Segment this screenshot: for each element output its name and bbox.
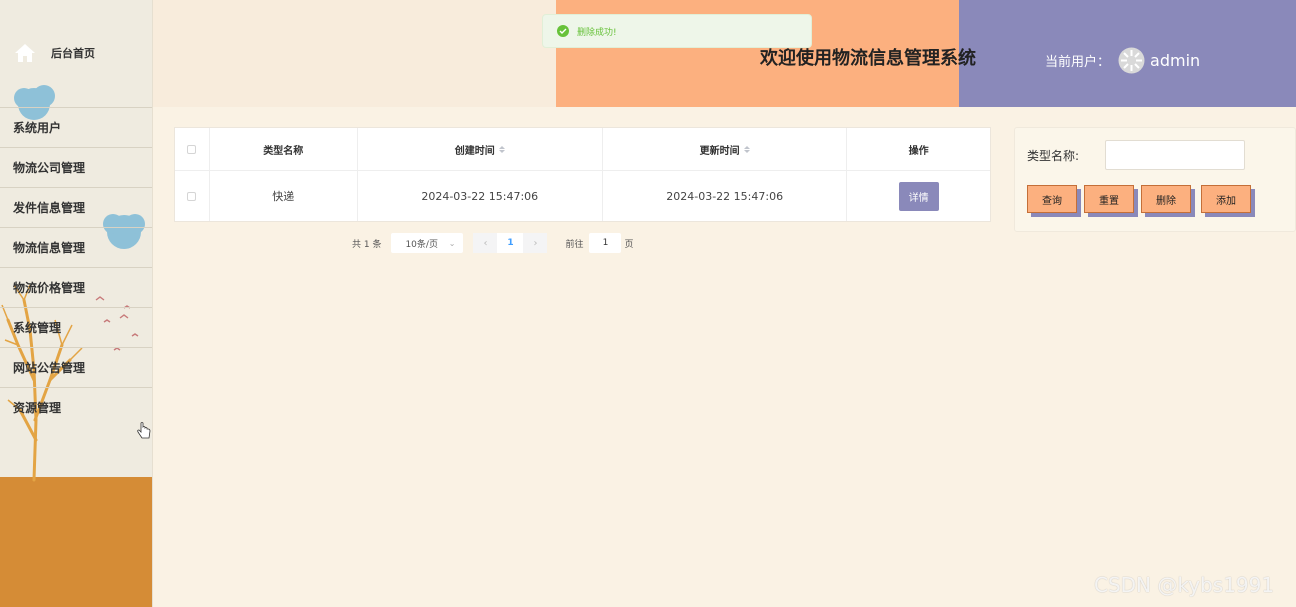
- search-panel: 类型名称: 查询 重置 删除 添加: [1014, 127, 1296, 232]
- table-row: 快递 2024-03-22 15:47:06 2024-03-22 15:47:…: [175, 171, 990, 221]
- sort-icon[interactable]: [743, 145, 750, 153]
- avatar-icon[interactable]: [1118, 47, 1145, 74]
- prev-page-button[interactable]: ‹: [473, 233, 498, 253]
- cell-created: 2024-03-22 15:47:06: [358, 171, 603, 221]
- column-header-updated[interactable]: 更新时间: [603, 128, 848, 170]
- pagination: 共 1 条 10条/页 ⌄ ‹ 1 › 前往 1 页: [352, 233, 633, 253]
- sidebar-menu: 系统用户 物流公司管理 发件信息管理 物流信息管理 物流价格管理 系统管理 网站…: [0, 107, 152, 427]
- goto-suffix: 页: [624, 239, 634, 250]
- column-header-updated-label: 更新时间: [699, 145, 740, 157]
- sidebar-home-label: 后台首页: [51, 47, 95, 60]
- sidebar: 后台首页 系统用户 物流公司管理 发件信息管理 物流信息管理 物流价格管理 系统…: [0, 0, 153, 607]
- sidebar-item-system-users[interactable]: 系统用户: [0, 107, 152, 147]
- data-table: 类型名称 创建时间 更新时间 操作 快递 2024-03-22 15:47:06…: [174, 127, 991, 222]
- select-all-cell: [175, 128, 210, 170]
- sidebar-item-announcements[interactable]: 网站公告管理: [0, 347, 152, 387]
- page-size-select[interactable]: 10条/页 ⌄: [391, 233, 464, 253]
- row-checkbox[interactable]: [187, 191, 197, 201]
- column-header-created[interactable]: 创建时间: [358, 128, 603, 170]
- goto-page-input[interactable]: 1: [589, 233, 622, 253]
- cell-updated: 2024-03-22 15:47:06: [603, 171, 848, 221]
- toast-message: 删除成功!: [577, 27, 617, 38]
- type-name-search-input[interactable]: [1105, 140, 1245, 170]
- table-header-row: 类型名称 创建时间 更新时间 操作: [175, 128, 990, 171]
- chevron-right-icon: ›: [533, 237, 538, 249]
- column-header-actions: 操作: [908, 145, 929, 157]
- pagination-total: 共 1 条: [352, 239, 382, 250]
- check-circle-icon: [557, 25, 569, 37]
- row-select-cell: [175, 171, 210, 221]
- query-button[interactable]: 查询: [1027, 185, 1077, 213]
- home-icon: [15, 44, 35, 62]
- page-size-value: 10条/页: [405, 239, 438, 250]
- success-toast: 删除成功!: [542, 14, 812, 48]
- chevron-down-icon: ⌄: [448, 238, 456, 248]
- next-page-button[interactable]: ›: [523, 233, 548, 253]
- sidebar-item-logistics-info[interactable]: 物流信息管理: [0, 227, 152, 267]
- chevron-left-icon: ‹: [483, 237, 488, 249]
- sidebar-item-logistics-price[interactable]: 物流价格管理: [0, 267, 152, 307]
- header-left-panel: [153, 0, 556, 107]
- delete-button[interactable]: 删除: [1141, 185, 1191, 213]
- reset-button[interactable]: 重置: [1084, 185, 1134, 213]
- sidebar-item-logistics-company[interactable]: 物流公司管理: [0, 147, 152, 187]
- column-header-type-name: 类型名称: [210, 128, 358, 170]
- current-user: 当前用户： admin: [1045, 44, 1200, 76]
- search-label: 类型名称:: [1027, 149, 1080, 163]
- hand-cursor-icon: [137, 422, 151, 439]
- sidebar-item-resources[interactable]: 资源管理: [0, 387, 152, 427]
- cell-type-name: 快递: [210, 171, 358, 221]
- sort-icon[interactable]: [498, 145, 505, 153]
- sidebar-ground-decoration: [0, 477, 152, 607]
- sidebar-item-shipment-info[interactable]: 发件信息管理: [0, 187, 152, 227]
- add-button[interactable]: 添加: [1201, 185, 1251, 213]
- sidebar-home-link[interactable]: 后台首页: [14, 40, 95, 66]
- sidebar-item-system-management[interactable]: 系统管理: [0, 307, 152, 347]
- column-header-created-label: 创建时间: [454, 145, 495, 157]
- detail-button[interactable]: 详情: [898, 181, 939, 211]
- cell-actions: 详情: [847, 171, 990, 221]
- watermark: CSDN @kybs1991: [1094, 573, 1275, 597]
- page-number-current[interactable]: 1: [497, 233, 524, 253]
- goto-label: 前往: [565, 239, 584, 250]
- current-user-label: 当前用户：: [1045, 54, 1111, 70]
- select-all-checkbox[interactable]: [187, 144, 197, 154]
- username[interactable]: admin: [1150, 51, 1200, 70]
